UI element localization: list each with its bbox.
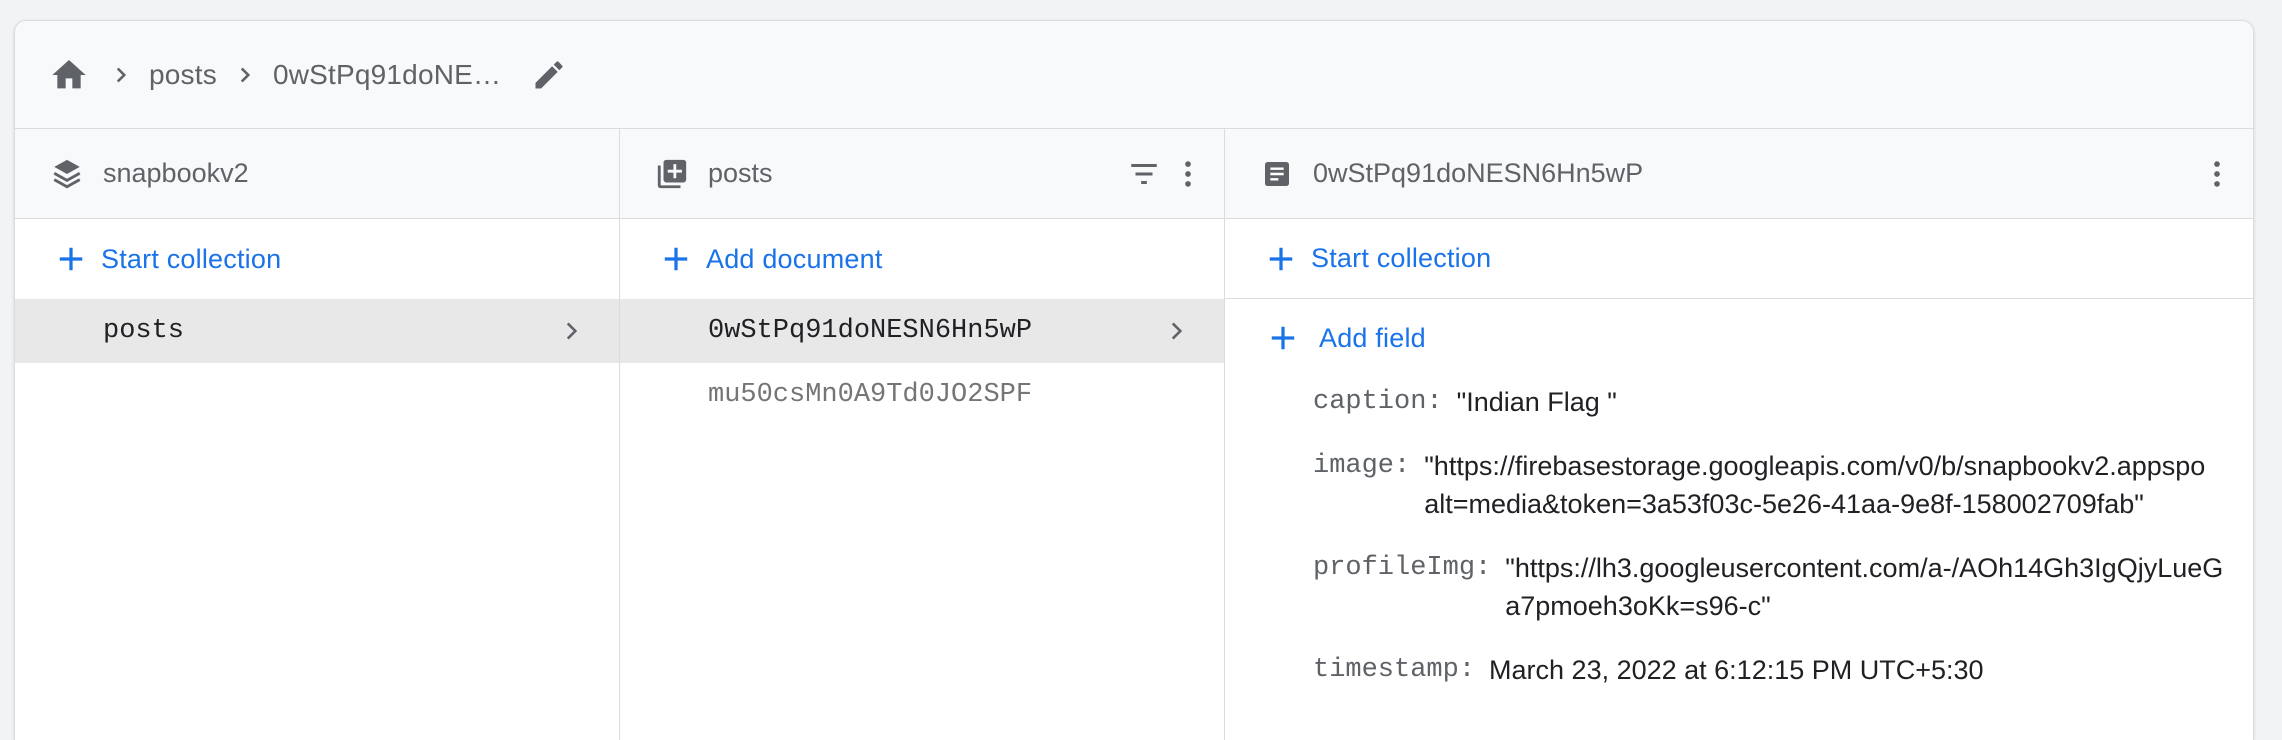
collection-panel-header: posts (620, 129, 1224, 219)
document-item[interactable]: 0wStPq91doNESN6Hn5wP (620, 299, 1224, 363)
start-collection-label: Start collection (1311, 243, 1492, 273)
collection-panel: posts Add document 0wStPq91doNESN6Hn5wP (620, 129, 1225, 740)
root-panel-header: snapbookv2 (15, 129, 619, 219)
list-item-label: posts (103, 316, 185, 346)
plus-icon (53, 241, 89, 277)
field-row[interactable]: image: "https://firebasestorage.googleap… (1313, 447, 2253, 523)
pencil-icon[interactable] (525, 51, 573, 99)
field-key: profileImg: (1313, 553, 1492, 583)
add-field-label: Add field (1319, 322, 1426, 353)
field-value: "Indian Flag " (1456, 387, 1617, 417)
root-panel: snapbookv2 Start collection posts (15, 129, 620, 740)
collection-title: posts (708, 158, 773, 188)
document-title: 0wStPq91doNESN6Hn5wP (1313, 158, 1644, 188)
plus-icon (1265, 320, 1301, 356)
breadcrumb-item-document[interactable]: 0wStPq91doNE… (273, 59, 501, 91)
chevron-right-icon (549, 309, 593, 353)
start-subcollection-button[interactable]: Start collection (1225, 219, 2253, 299)
plus-icon (658, 241, 694, 277)
add-field-button[interactable]: Add field (1225, 299, 2253, 377)
chevron-right-icon (1154, 309, 1198, 353)
more-vert-icon[interactable] (1166, 152, 1210, 196)
field-row[interactable]: timestamp: March 23, 2022 at 6:12:15 PM … (1313, 651, 2253, 689)
home-icon[interactable] (45, 51, 93, 99)
field-row[interactable]: profileImg: "https://lh3.googleuserconte… (1313, 549, 2253, 625)
list-item-label: 0wStPq91doNESN6Hn5wP (708, 316, 1033, 346)
chevron-right-icon (99, 53, 143, 97)
database-title: snapbookv2 (103, 158, 249, 188)
field-value: "https://firebasestorage.googleapis.com/… (1424, 451, 2206, 519)
document-panel-header: 0wStPq91doNESN6Hn5wP (1225, 129, 2253, 219)
document-item[interactable]: mu50csMn0A9Td0JO2SPF (620, 363, 1224, 427)
plus-icon (1263, 241, 1299, 277)
document-icon (1257, 154, 1297, 194)
start-collection-button[interactable]: Start collection (15, 219, 619, 299)
collection-stack-icon (652, 154, 692, 194)
breadcrumb-item-posts[interactable]: posts (149, 59, 217, 91)
field-value: March 23, 2022 at 6:12:15 PM UTC+5:30 (1489, 655, 1984, 685)
field-key: caption: (1313, 387, 1443, 417)
breadcrumb: posts 0wStPq91doNE… (15, 21, 2253, 129)
chevron-right-icon (223, 53, 267, 97)
document-fields: caption: "Indian Flag " image: "https://… (1225, 377, 2253, 689)
firestore-data-viewer: posts 0wStPq91doNE… snapbookv2 Start col… (14, 20, 2254, 740)
start-collection-label: Start collection (101, 243, 282, 274)
field-key: timestamp: (1313, 655, 1476, 685)
collection-item-posts[interactable]: posts (15, 299, 619, 363)
field-row[interactable]: caption: "Indian Flag " (1313, 383, 2253, 421)
list-item-label: mu50csMn0A9Td0JO2SPF (708, 380, 1033, 410)
field-key: image: (1313, 451, 1411, 481)
filter-icon[interactable] (1122, 152, 1166, 196)
more-vert-icon[interactable] (2195, 152, 2239, 196)
document-panel: 0wStPq91doNESN6Hn5wP Start collection Ad… (1225, 129, 2253, 740)
field-value: "https://lh3.googleusercontent.com/a-/AO… (1505, 553, 2224, 621)
layers-icon (47, 154, 87, 194)
add-document-label: Add document (706, 243, 883, 274)
add-document-button[interactable]: Add document (620, 219, 1224, 299)
